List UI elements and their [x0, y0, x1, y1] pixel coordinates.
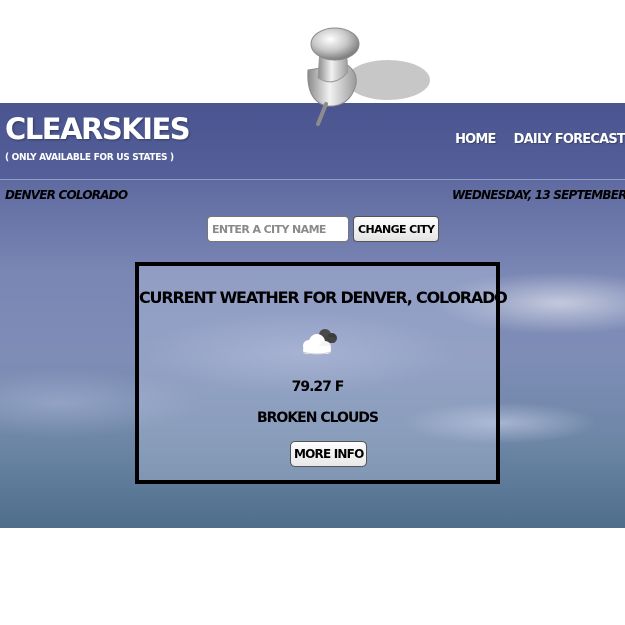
- city-search-input[interactable]: [207, 216, 349, 242]
- weather-description: BROKEN CLOUDS: [256, 410, 379, 426]
- city-search-form: CHANGE CITY: [207, 216, 440, 242]
- app-window: CLEARSKIES ( ONLY AVAILABLE FOR US STATE…: [0, 103, 625, 528]
- tagline: ( ONLY AVAILABLE FOR US STATES ): [5, 152, 174, 163]
- change-city-button[interactable]: CHANGE CITY: [353, 216, 440, 242]
- current-date: WEDNESDAY, 13 SEPTEMBER, 2023: [452, 188, 625, 202]
- temperature-value: 79.27 F: [291, 379, 345, 395]
- current-location: DENVER COLORADO: [5, 188, 128, 202]
- weather-card: CURRENT WEATHER FOR DENVER, COLORADO 79.…: [135, 262, 508, 484]
- broken-clouds-icon: [302, 329, 337, 355]
- weather-card-title: CURRENT WEATHER FOR DENVER, COLORADO: [139, 288, 508, 307]
- nav-daily-forecast-link[interactable]: DAILY FORECAST: [514, 132, 625, 147]
- main-nav: HOME DAILY FORECAST: [455, 132, 625, 147]
- brand-logo[interactable]: CLEARSKIES: [5, 112, 191, 146]
- pushpin-icon: [307, 27, 430, 126]
- nav-home-link[interactable]: HOME: [455, 132, 496, 147]
- more-info-button[interactable]: MORE INFO: [290, 441, 368, 467]
